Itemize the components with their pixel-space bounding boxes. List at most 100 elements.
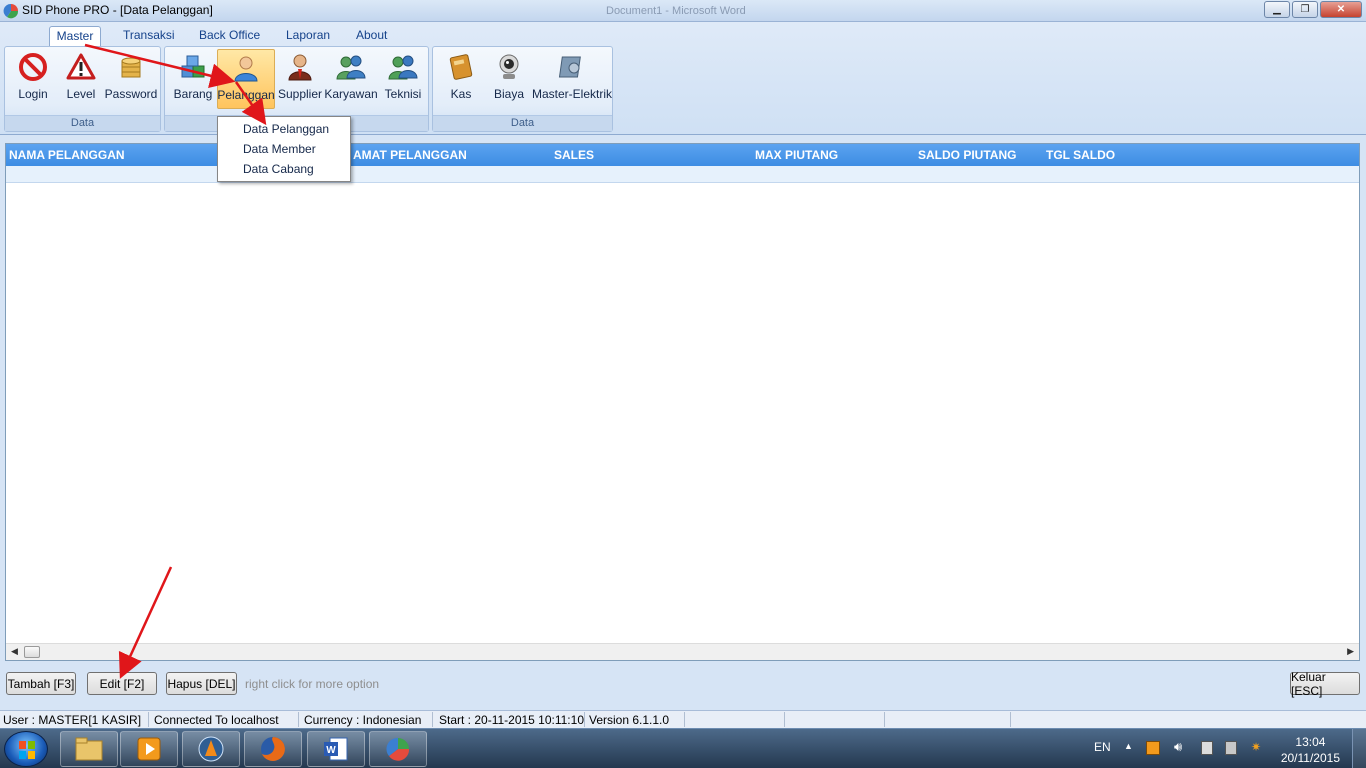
scroll-left-icon[interactable]: ◀ xyxy=(11,646,18,657)
status-start-time: Start : 20-11-2015 10:11:10 xyxy=(439,713,584,727)
karyawan-label: Karyawan xyxy=(324,87,378,101)
tray-media-icon[interactable] xyxy=(1146,741,1160,755)
action-center-icon[interactable] xyxy=(1201,741,1213,755)
title-bar: SID Phone PRO - [Data Pelanggan] Documen… xyxy=(0,0,1366,22)
tab-master[interactable]: Master xyxy=(49,26,101,46)
add-button[interactable]: Tambah [F3] xyxy=(6,672,76,695)
login-button[interactable]: Login xyxy=(13,51,53,109)
column-nama-pelanggan[interactable]: NAMA PELANGGAN xyxy=(9,148,125,162)
boxes-icon xyxy=(181,55,205,78)
status-connection: Connected To localhost xyxy=(154,713,279,727)
clock-time: 13:04 xyxy=(1295,735,1326,749)
tray-expand-icon[interactable]: ▲ xyxy=(1124,741,1133,751)
column-alamat-pelanggan[interactable]: AMAT PELANGGAN xyxy=(353,148,467,162)
firefox-taskbar-button[interactable] xyxy=(244,731,302,767)
grid-filter-row[interactable] xyxy=(6,166,1359,183)
media-player-icon xyxy=(137,737,161,761)
status-separator xyxy=(784,712,785,727)
vlc-taskbar-button[interactable] xyxy=(182,731,240,767)
employees-icon xyxy=(336,55,366,80)
kas-label: Kas xyxy=(450,87,472,101)
sid-phone-taskbar-button[interactable] xyxy=(369,731,427,767)
status-version: Version 6.1.1.0 xyxy=(589,713,670,727)
close-button[interactable]: ✕ xyxy=(1320,1,1362,18)
explorer-taskbar-button[interactable] xyxy=(60,731,118,767)
column-tgl-saldo[interactable]: TGL SALDO xyxy=(1046,148,1115,162)
explorer-icon xyxy=(75,737,103,761)
warning-icon xyxy=(66,53,96,80)
login-label: Login xyxy=(18,87,48,101)
group-label-data-2: Data xyxy=(433,115,612,131)
status-separator xyxy=(584,712,585,727)
column-sales[interactable]: SALES xyxy=(554,148,594,162)
minimize-button[interactable]: ▁ xyxy=(1264,1,1290,18)
pelanggan-button[interactable]: Pelanggan xyxy=(217,49,275,109)
group-label-data-1: Data xyxy=(5,115,160,131)
scroll-right-icon[interactable]: ▶ xyxy=(1347,646,1354,657)
clock[interactable]: 13:04 20/11/2015 xyxy=(1281,734,1340,766)
windows-logo-icon xyxy=(19,741,35,759)
biaya-button[interactable]: Biaya xyxy=(487,51,531,109)
pelanggan-dropdown-menu: Data Pelanggan Data Member Data Cabang xyxy=(217,116,351,182)
start-button[interactable] xyxy=(4,731,48,767)
network-icon[interactable] xyxy=(1225,741,1237,755)
media-player-taskbar-button[interactable] xyxy=(120,731,178,767)
tab-laporan[interactable]: Laporan xyxy=(282,26,334,46)
delete-button[interactable]: Hapus [DEL] xyxy=(166,672,237,695)
supplier-button[interactable]: Supplier xyxy=(277,51,323,109)
status-separator xyxy=(432,712,433,727)
exit-button[interactable]: Keluar [ESC] xyxy=(1290,670,1360,698)
pelanggan-label: Pelanggan xyxy=(217,88,275,102)
level-button[interactable]: Level xyxy=(61,51,101,109)
edit-button[interactable]: Edit [F2] xyxy=(87,672,157,695)
supplier-icon xyxy=(288,54,312,81)
menu-item-data-pelanggan[interactable]: Data Pelanggan xyxy=(218,120,350,140)
scroll-thumb[interactable] xyxy=(24,646,40,658)
tray-alert-icon[interactable]: ✷ xyxy=(1251,740,1261,754)
password-button[interactable]: Password xyxy=(105,51,157,109)
horizontal-scrollbar[interactable]: ◀ ▶ xyxy=(6,643,1359,660)
password-label: Password xyxy=(104,87,158,101)
webcam-icon xyxy=(499,54,519,79)
status-separator xyxy=(884,712,885,727)
no-entry-icon xyxy=(19,53,47,81)
ribbon-group-data-1: Login Level Password Data xyxy=(4,46,161,132)
volume-icon[interactable]: 🔊︎ xyxy=(1174,739,1182,755)
status-separator xyxy=(1010,712,1011,727)
ribbon-group-data-2: Kas Biaya Master-Elektrik Data xyxy=(432,46,613,132)
ribbon-tabs: Master Transaksi Back Office Laporan Abo… xyxy=(0,22,1366,46)
word-taskbar-button[interactable]: W xyxy=(307,731,365,767)
maximize-button[interactable]: ❐ xyxy=(1292,1,1318,18)
teknisi-label: Teknisi xyxy=(384,87,422,101)
status-bar: User : MASTER[1 KASIR] Connected To loca… xyxy=(0,710,1366,728)
teknisi-button[interactable]: Teknisi xyxy=(381,51,425,109)
kas-button[interactable]: Kas xyxy=(441,51,481,109)
gear-tool-icon xyxy=(558,56,581,78)
app-logo-icon xyxy=(3,3,19,19)
clock-date: 20/11/2015 xyxy=(1280,751,1340,765)
pie-chart-app-icon xyxy=(386,737,410,761)
tab-about[interactable]: About xyxy=(352,26,391,46)
column-max-piutang[interactable]: MAX PIUTANG xyxy=(755,148,838,162)
master-elektrik-button[interactable]: Master-Elektrik xyxy=(532,51,612,109)
tab-transaksi[interactable]: Transaksi xyxy=(119,26,179,46)
level-label: Level xyxy=(66,87,96,101)
karyawan-button[interactable]: Karyawan xyxy=(324,51,378,109)
ribbon: Master Transaksi Back Office Laporan Abo… xyxy=(0,22,1366,135)
menu-item-data-cabang[interactable]: Data Cabang xyxy=(218,160,350,180)
technicians-icon xyxy=(388,55,418,80)
svg-text:W: W xyxy=(326,745,336,756)
language-indicator[interactable]: EN xyxy=(1094,740,1111,754)
customer-grid[interactable]: NAMA PELANGGAN AMAT PELANGGAN SALES MAX … xyxy=(5,143,1360,661)
column-saldo-piutang[interactable]: SALDO PIUTANG xyxy=(918,148,1016,162)
right-click-hint: right click for more option xyxy=(245,677,380,691)
menu-item-data-member[interactable]: Data Member xyxy=(218,140,350,160)
show-desktop-button[interactable] xyxy=(1352,729,1366,768)
status-separator xyxy=(684,712,685,727)
grid-header: NAMA PELANGGAN AMAT PELANGGAN SALES MAX … xyxy=(6,144,1359,166)
tab-back-office[interactable]: Back Office xyxy=(195,26,264,46)
firefox-icon xyxy=(261,737,285,761)
supplier-label: Supplier xyxy=(277,87,323,101)
barang-button[interactable]: Barang xyxy=(171,51,215,109)
word-icon: W xyxy=(324,737,348,761)
